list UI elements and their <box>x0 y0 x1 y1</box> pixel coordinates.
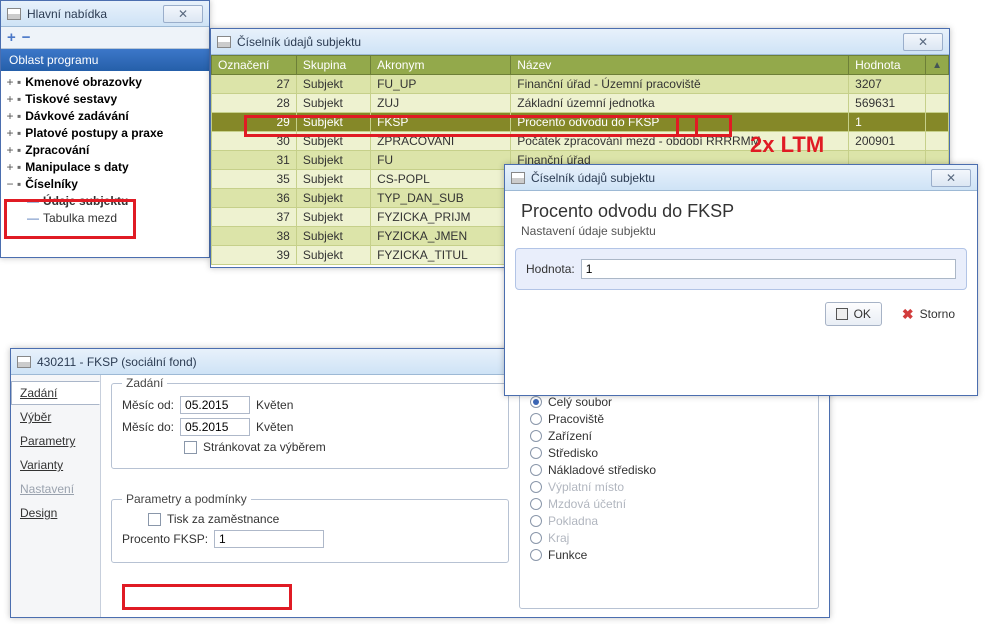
vyber-option[interactable]: Pracoviště <box>530 412 808 426</box>
expand-all-icon[interactable]: + <box>7 29 16 46</box>
scroll-up-icon[interactable]: ▲ <box>926 56 949 75</box>
tree-item[interactable]: +▪Manipulace s daty <box>1 158 209 175</box>
expand-icon[interactable]: + <box>5 109 15 123</box>
titlebar[interactable]: Číselník údajů subjektu ✕ <box>505 165 977 191</box>
mesic-do-name: Květen <box>256 420 293 434</box>
report-tabs: Zadání Výběr Parametry Varianty Nastaven… <box>11 375 101 617</box>
radio-icon <box>530 532 542 544</box>
expand-icon[interactable]: + <box>5 143 15 157</box>
radio-icon[interactable] <box>530 430 542 442</box>
tisk-label: Tisk za zaměstnance <box>167 512 279 526</box>
close-icon[interactable]: ✕ <box>931 169 971 187</box>
window-icon <box>217 36 231 48</box>
vyber-option: Pokladna <box>530 514 808 528</box>
tree-item[interactable]: +▪Tiskové sestavy <box>1 90 209 107</box>
tab-nastaveni[interactable]: Nastavení <box>11 477 100 501</box>
radio-icon[interactable] <box>530 549 542 561</box>
table-row[interactable]: 29SubjektFKSPProcento odvodu do FKSP1 <box>212 113 949 132</box>
expand-icon[interactable]: + <box>5 75 15 89</box>
window-title: 430211 - FKSP (sociální fond) <box>37 355 197 369</box>
window-icon <box>511 172 525 184</box>
column-header[interactable]: Označení <box>212 56 297 75</box>
window-icon <box>17 356 31 368</box>
vyber-option[interactable]: Celý soubor <box>530 395 808 409</box>
radio-icon <box>530 515 542 527</box>
titlebar[interactable]: Číselník údajů subjektu ✕ <box>211 29 949 55</box>
strankovat-label: Stránkovat za výběrem <box>203 440 326 454</box>
close-icon[interactable]: ✕ <box>903 33 943 51</box>
storno-button[interactable]: ✖ Storno <box>892 302 965 326</box>
menu-tree: +▪Kmenové obrazovky+▪Tiskové sestavy+▪Dá… <box>1 71 209 228</box>
mesic-od-label: Měsíc od: <box>122 398 174 412</box>
hodnota-input[interactable] <box>581 259 956 279</box>
tree-item[interactable]: +▪Platové postupy a praxe <box>1 124 209 141</box>
radio-icon[interactable] <box>530 464 542 476</box>
ok-button[interactable]: OK <box>825 302 882 326</box>
tree-item[interactable]: +▪Kmenové obrazovky <box>1 73 209 90</box>
tree-subitem[interactable]: —Údaje subjektu <box>1 192 209 209</box>
mesic-do-label: Měsíc do: <box>122 420 174 434</box>
table-row[interactable]: 30SubjektZPRACOVANIPočátek zpracování me… <box>212 132 949 151</box>
close-icon[interactable]: ✕ <box>163 5 203 23</box>
expand-icon[interactable]: + <box>5 160 15 174</box>
section-header: Oblast programu <box>1 49 209 71</box>
mesic-do-input[interactable] <box>180 418 250 436</box>
tisk-checkbox[interactable] <box>148 513 161 526</box>
tree-item[interactable]: +▪Dávkové zadávání <box>1 107 209 124</box>
window-title: Číselník údajů subjektu <box>237 35 361 49</box>
save-icon <box>836 308 848 320</box>
vyber-option[interactable]: Středisko <box>530 446 808 460</box>
table-row[interactable]: 28SubjektZUJZákladní územní jednotka5696… <box>212 94 949 113</box>
column-header[interactable]: Skupina <box>296 56 370 75</box>
tree-subitem[interactable]: —Tabulka mezd <box>1 209 209 226</box>
collapse-all-icon[interactable]: − <box>22 29 31 46</box>
tab-vyber[interactable]: Výběr <box>11 405 100 429</box>
main-menu-window: Hlavní nabídka ✕ + − Oblast programu +▪K… <box>0 0 210 258</box>
window-title: Číselník údajů subjektu <box>531 171 655 185</box>
vyber-fieldset: Výběr Celý souborPracovištěZařízeníStřed… <box>519 383 819 609</box>
expand-icon[interactable]: + <box>5 92 15 106</box>
tree-toolbar: + − <box>1 27 209 49</box>
cancel-icon: ✖ <box>902 306 914 323</box>
mesic-od-input[interactable] <box>180 396 250 414</box>
expand-icon[interactable]: + <box>5 126 15 140</box>
table-row[interactable]: 27SubjektFU_UPFinanční úřad - Územní pra… <box>212 75 949 94</box>
procento-input[interactable] <box>214 530 324 548</box>
tab-design[interactable]: Design <box>11 501 100 525</box>
radio-icon <box>530 498 542 510</box>
zadani-fieldset: Zadání Měsíc od: Květen Měsíc do: Květen <box>111 383 509 469</box>
window-icon <box>7 8 21 20</box>
strankovat-checkbox[interactable] <box>184 441 197 454</box>
vyber-option[interactable]: Nákladové středisko <box>530 463 808 477</box>
radio-icon[interactable] <box>530 413 542 425</box>
window-title: Hlavní nabídka <box>27 7 107 21</box>
column-header[interactable]: Hodnota <box>849 56 926 75</box>
vyber-option[interactable]: Zařízení <box>530 429 808 443</box>
expand-icon[interactable]: − <box>5 177 15 191</box>
column-header[interactable]: Akronym <box>371 56 511 75</box>
tab-zadani[interactable]: Zadání <box>11 381 100 405</box>
radio-icon[interactable] <box>530 396 542 408</box>
edit-heading: Procento odvodu do FKSP <box>521 201 961 222</box>
procento-label: Procento FKSP: <box>122 532 208 546</box>
tree-item[interactable]: +▪Zpracování <box>1 141 209 158</box>
tab-varianty[interactable]: Varianty <box>11 453 100 477</box>
annotation-label: 2x LTM <box>750 132 824 158</box>
titlebar[interactable]: Hlavní nabídka ✕ <box>1 1 209 27</box>
vyber-option: Kraj <box>530 531 808 545</box>
radio-icon[interactable] <box>530 447 542 459</box>
tree-item[interactable]: −▪Číselníky <box>1 175 209 192</box>
radio-icon <box>530 481 542 493</box>
column-header[interactable]: Název <box>511 56 849 75</box>
tab-parametry[interactable]: Parametry <box>11 429 100 453</box>
edit-subheading: Nastavení údaje subjektu <box>521 224 961 238</box>
hodnota-label: Hodnota: <box>526 262 575 276</box>
edit-dialog: Číselník údajů subjektu ✕ Procento odvod… <box>504 164 978 396</box>
vyber-option: Výplatní místo <box>530 480 808 494</box>
mesic-od-name: Květen <box>256 398 293 412</box>
parametry-fieldset: Parametry a podmínky Tisk za zaměstnance… <box>111 499 509 563</box>
edit-header: Procento odvodu do FKSP Nastavení údaje … <box>505 191 977 242</box>
vyber-option: Mzdová účetní <box>530 497 808 511</box>
vyber-option[interactable]: Funkce <box>530 548 808 562</box>
